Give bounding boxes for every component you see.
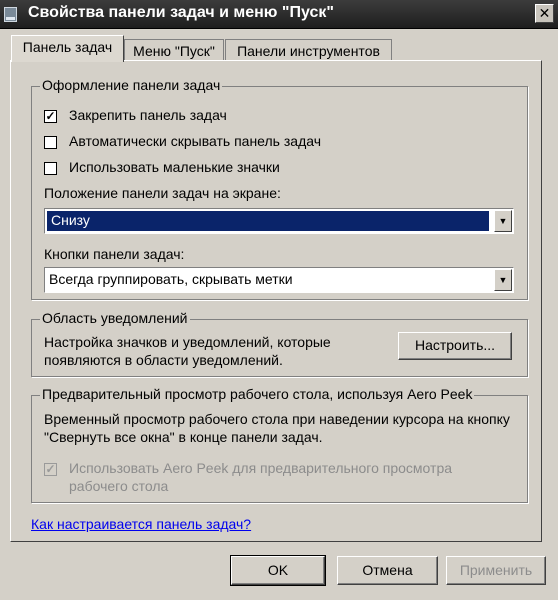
small-icons-checkbox[interactable]: [44, 162, 57, 175]
lock-taskbar-label: Закрепить панель задач: [69, 107, 227, 123]
notifications-group: Область уведомлений Настройка значков и …: [31, 310, 528, 377]
auto-hide-checkbox[interactable]: [44, 136, 57, 149]
aero-peek-checkbox-label: Использовать Aero Peek для предварительн…: [69, 460, 453, 494]
aero-peek-checkbox[interactable]: ✓: [44, 463, 57, 476]
taskbar-icon: [4, 7, 17, 22]
tab-toolbars[interactable]: Панели инструментов: [225, 39, 392, 62]
taskbar-buttons-select[interactable]: Всегда группировать, скрывать метки ▼: [44, 267, 514, 293]
lock-taskbar-checkbox[interactable]: ✓: [44, 110, 57, 123]
buttons-label: Кнопки панели задач:: [44, 246, 185, 262]
small-icons-label: Использовать маленькие значки: [69, 159, 280, 175]
appearance-legend: Оформление панели задач: [40, 77, 223, 93]
location-value: Снизу: [47, 211, 489, 231]
tab-taskbar[interactable]: Панель задач: [11, 35, 124, 62]
chevron-down-icon[interactable]: ▼: [494, 269, 512, 291]
taskbar-buttons-value: Всегда группировать, скрывать метки: [49, 271, 293, 287]
ok-button[interactable]: OK: [230, 555, 326, 586]
tab-panel-taskbar: Оформление панели задач ✓ Закрепить пане…: [10, 60, 542, 542]
tab-label: Меню "Пуск": [133, 43, 215, 59]
aero-peek-group: Предварительный просмотр рабочего стола,…: [31, 386, 528, 503]
tab-label: Панель задач: [22, 39, 113, 55]
auto-hide-label: Автоматически скрывать панель задач: [69, 133, 322, 149]
window-title: Свойства панели задач и меню "Пуск": [28, 4, 334, 21]
notifications-legend: Область уведомлений: [40, 310, 190, 326]
title-bar: Свойства панели задач и меню "Пуск" ✕: [0, 0, 558, 29]
location-select[interactable]: Снизу ▼: [44, 208, 514, 234]
aero-peek-description: Временный просмотр рабочего стола при на…: [44, 411, 510, 445]
cancel-button[interactable]: Отмена: [337, 556, 438, 585]
close-icon: ✕: [538, 5, 551, 21]
help-link[interactable]: Как настраивается панель задач?: [31, 516, 251, 532]
chevron-down-icon[interactable]: ▼: [494, 210, 512, 232]
aero-peek-legend: Предварительный просмотр рабочего стола,…: [40, 386, 475, 402]
location-label: Положение панели задач на экране:: [44, 185, 281, 201]
appearance-group: Оформление панели задач ✓ Закрепить пане…: [31, 77, 528, 300]
customize-button[interactable]: Настроить...: [398, 332, 512, 360]
close-button[interactable]: ✕: [535, 4, 554, 23]
notifications-description: Настройка значков и уведомлений, которые…: [44, 334, 331, 368]
tab-start-menu[interactable]: Меню "Пуск": [124, 39, 224, 62]
tab-label: Панели инструментов: [237, 43, 380, 59]
apply-button[interactable]: Применить: [446, 556, 546, 585]
